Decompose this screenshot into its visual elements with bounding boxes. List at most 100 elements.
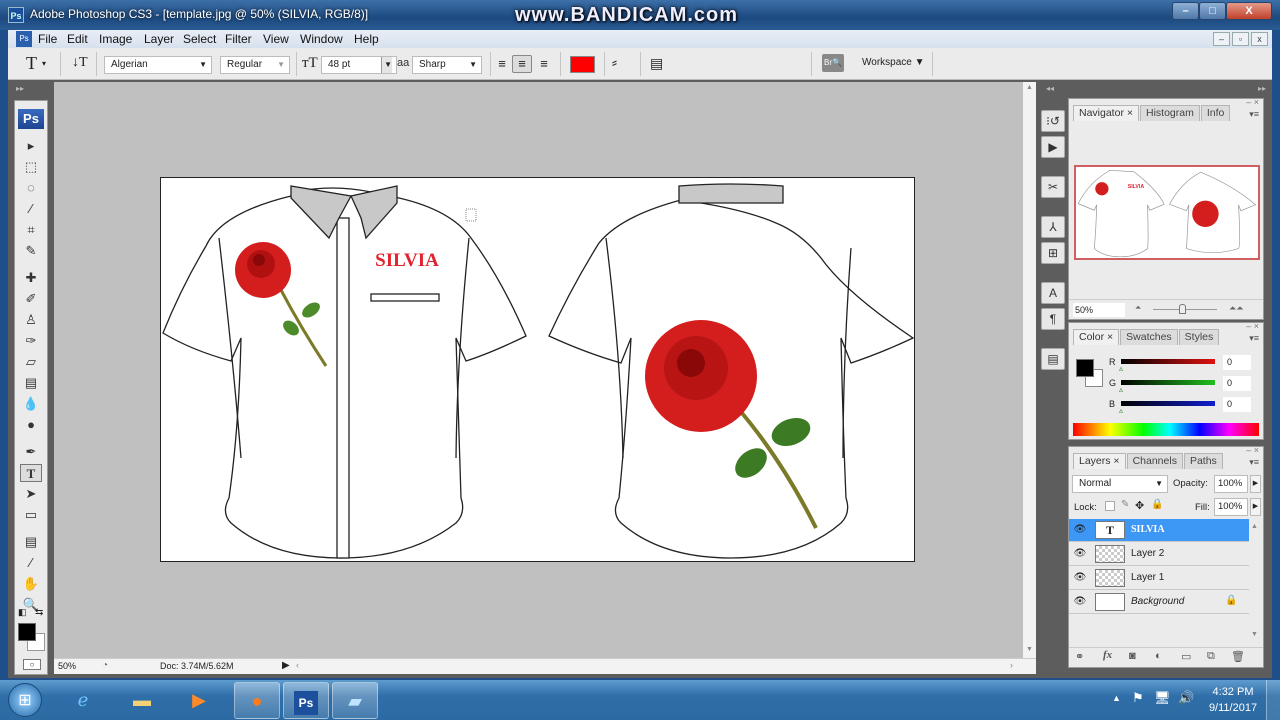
toolbox-collapse-icon[interactable]: ▸▸ [14,84,48,96]
taskbar-photoshop[interactable]: Ps [283,682,329,719]
lock-pixels-icon[interactable]: ✎ [1121,499,1129,510]
eyedropper-tool[interactable]: ⁄ [20,554,42,572]
marquee-tool[interactable]: ⬚ [20,158,42,176]
layers-scroll-up-icon[interactable]: ▲ [1251,523,1258,530]
menu-help[interactable]: Help [354,32,379,46]
start-button[interactable]: ⊞ [8,683,42,717]
layer-row[interactable]: 👁 Layer 1 [1069,567,1249,590]
tray-show-hidden-icon[interactable]: ▲ [1112,693,1121,703]
font-family-select[interactable]: Algerian ▼ [104,56,212,74]
pen-tool[interactable]: ✒ [20,443,42,461]
volume-icon[interactable]: 🔊 [1178,690,1194,706]
zoom-level[interactable]: 50% [58,661,76,671]
scroll-up-icon[interactable]: ▲ [1026,84,1033,91]
channel-slider-g[interactable] [1121,380,1215,385]
zoom-slider-handle[interactable] [1179,304,1186,314]
warp-text-icon[interactable]: ⸗ [612,54,617,71]
tab-histogram[interactable]: Histogram [1140,105,1200,121]
silvia-text-layer[interactable]: SILVIA [375,250,439,271]
document-canvas[interactable]: SILVIA [160,177,915,562]
menu-file[interactable]: File [38,32,57,46]
doc-restore-button[interactable]: ▫ [1232,32,1249,46]
blend-mode-select[interactable]: Normal ▼ [1072,475,1168,493]
show-desktop-button[interactable] [1266,680,1280,720]
layer-row[interactable]: 👁 Layer 2 [1069,543,1249,566]
opacity-input[interactable]: 100% [1214,475,1248,493]
character-panel-toggle-icon[interactable]: ▤ [650,55,663,72]
channel-value-g[interactable]: 0 [1223,376,1251,391]
shape-tool[interactable]: ▭ [20,506,42,524]
menu-image[interactable]: Image [99,32,132,46]
dock-expand-icon[interactable]: ▸▸ [1258,84,1266,93]
type-tool-preset-picker[interactable]: T [26,53,37,74]
crop-tool[interactable]: ⌗ [20,221,42,239]
layer-row[interactable]: 👁 T SILVIA [1069,519,1249,542]
gradient-tool[interactable]: ▤ [20,374,42,392]
photoshop-logo[interactable]: Ps [18,109,44,129]
tab-info[interactable]: Info [1200,105,1231,121]
delete-layer-icon[interactable]: 🗑 [1231,650,1245,663]
path-select-tool[interactable]: ➤ [20,485,42,503]
paragraph-panel-icon[interactable]: ¶ [1041,308,1065,330]
doc-minimize-button[interactable]: – [1213,32,1230,46]
maximize-button[interactable]: □ [1199,2,1226,20]
clone-source-icon[interactable]: ⊞ [1041,242,1065,264]
channel-value-r[interactable]: 0 [1223,355,1251,370]
scroll-down-icon[interactable]: ▼ [1026,646,1033,653]
dock-collapse-icon[interactable]: ◂◂ [1046,84,1054,93]
menu-edit[interactable]: Edit [67,32,88,46]
tab-color[interactable]: Color × [1073,329,1120,345]
taskbar-firefox[interactable]: ● [234,682,280,719]
layer-row[interactable]: 👁 Background 🔒 [1069,591,1249,614]
history-brush-tool[interactable]: ✑ [20,332,42,350]
color-spectrum-ramp[interactable] [1073,423,1259,436]
link-layers-icon[interactable]: ⚭ [1075,650,1084,663]
quick-select-tool[interactable]: ⁄ [20,200,42,218]
menu-select[interactable]: Select [183,32,216,46]
action-center-flag-icon[interactable]: ⚑ [1132,690,1144,706]
menu-filter[interactable]: Filter [225,32,252,46]
panel-menu-icon[interactable]: ▾≡ [1249,333,1259,344]
clock-time[interactable]: 4:32 PM [1208,686,1258,698]
new-layer-icon[interactable]: ⧉ [1207,650,1215,663]
lasso-tool[interactable]: ◌ [20,179,42,197]
taskbar-media-player[interactable]: ▶ [176,682,222,719]
tab-paths[interactable]: Paths [1183,453,1223,469]
blur-tool[interactable]: 💧 [20,395,42,413]
lock-transparency-icon[interactable] [1105,501,1115,511]
tab-navigator[interactable]: Navigator × [1073,105,1139,121]
channel-slider-r[interactable] [1121,359,1215,364]
visibility-eye-icon[interactable]: 👁 [1073,523,1087,537]
layer-mask-icon[interactable]: ◙ [1129,650,1136,662]
scroll-left-icon[interactable]: ‹ [296,660,299,670]
fill-slider-arrow-icon[interactable]: ▶ [1250,498,1261,516]
channel-slider-handle[interactable]: ▵ [1119,385,1123,394]
taskbar-notepad[interactable]: ▰ [332,682,378,719]
text-color-swatch[interactable] [570,56,595,73]
layers-scroll-down-icon[interactable]: ▼ [1251,631,1258,638]
panel-minimize-close-icon[interactable]: – × [1246,445,1259,455]
layer-comps-icon[interactable]: ▤ [1041,348,1065,370]
layer-style-icon[interactable]: fx [1103,649,1112,661]
brush-tool[interactable]: ✐ [20,290,42,308]
zoom-in-icon[interactable]: ⏶⏶ [1229,303,1243,314]
menu-layer[interactable]: Layer [144,32,174,46]
menu-view[interactable]: View [263,32,289,46]
close-button[interactable]: X [1226,2,1272,20]
font-size-select[interactable]: 48 pt ▼ [321,56,397,74]
channel-slider-handle[interactable]: ▵ [1119,406,1123,415]
taskbar-internet-explorer[interactable]: ℯ [60,682,106,719]
eraser-tool[interactable]: ▱ [20,353,42,371]
channel-slider-handle[interactable]: ▵ [1119,364,1123,373]
opacity-slider-arrow-icon[interactable]: ▶ [1250,475,1261,493]
lock-all-icon[interactable]: 🔒 [1151,499,1163,510]
menu-window[interactable]: Window [300,32,343,46]
actions-panel-icon[interactable]: ▶ [1041,136,1065,158]
panel-minimize-close-icon[interactable]: – × [1246,97,1259,107]
network-icon[interactable]: 🖥 [1154,690,1171,706]
character-panel-icon[interactable]: A [1041,282,1065,304]
stamp-tool[interactable]: ♙ [20,311,42,329]
notes-tool[interactable]: ▤ [20,533,42,551]
visibility-eye-icon[interactable]: 👁 [1073,595,1087,609]
doc-close-button[interactable]: x [1251,32,1268,46]
